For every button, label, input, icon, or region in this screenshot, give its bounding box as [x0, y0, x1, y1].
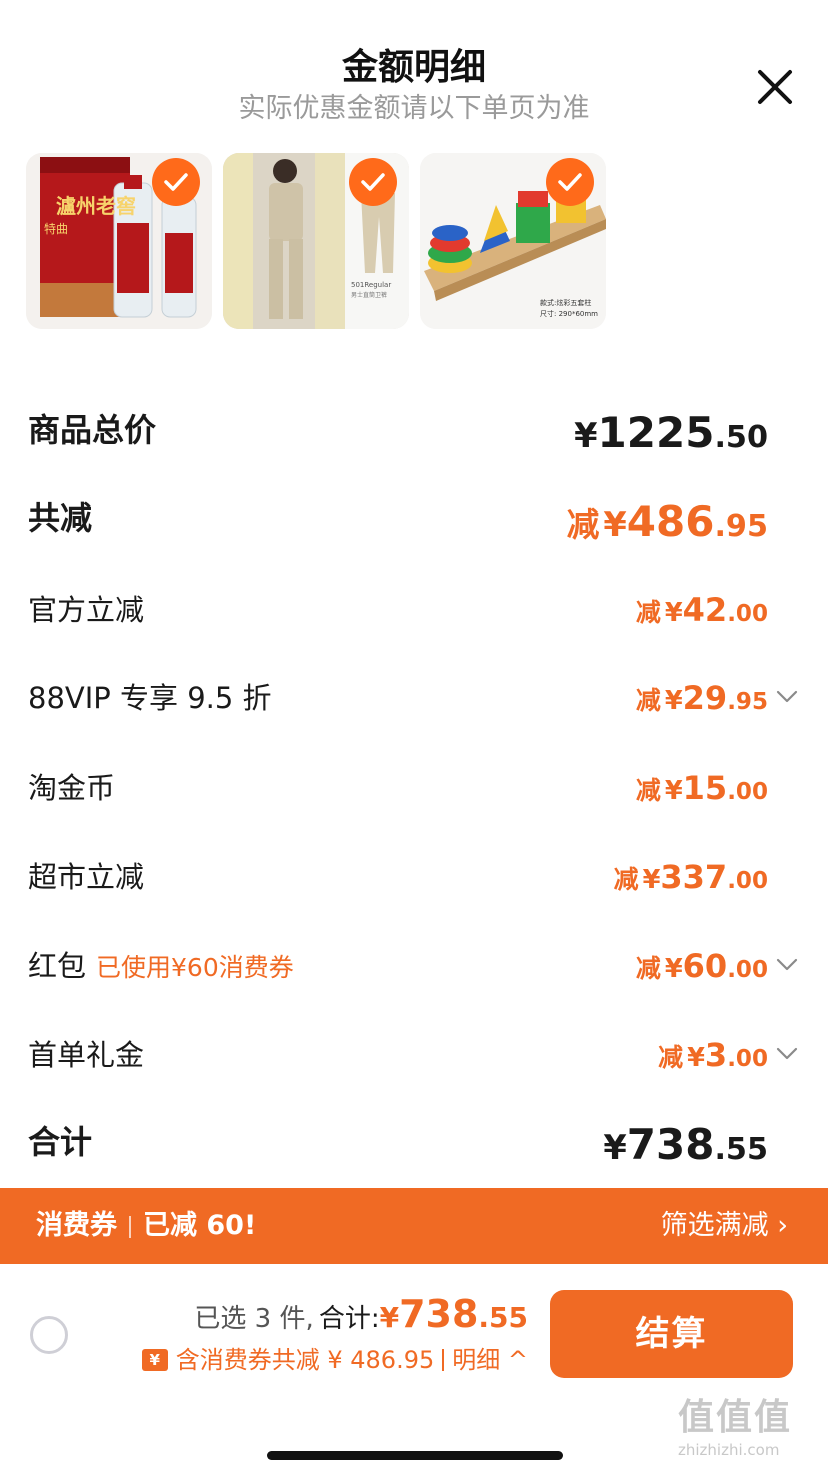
coupon-icon: ¥ [141, 1349, 168, 1371]
page-subtitle: 实际优惠金额请以下单页为准 [238, 93, 590, 124]
page-title: 金额明细 [341, 47, 486, 88]
discount-row-redpacket[interactable]: 红包 已使用¥60消费券 减 ¥60.00 [28, 944, 800, 1004]
home-indicator[interactable] [267, 1451, 563, 1460]
divider [442, 1349, 445, 1371]
select-all-radio[interactable] [30, 1316, 68, 1354]
svg-text:男士直筒卫裤: 男士直筒卫裤 [351, 291, 387, 299]
discount-label: 淘金币 [28, 771, 116, 805]
coupon-banner[interactable]: 消费券 已减 60! 筛选满减 › [0, 1188, 828, 1264]
selection-summary: 已选 3 件, 合计:¥738.55 [194, 1292, 528, 1336]
watermark-logo: 值值值 [678, 1397, 793, 1438]
discount-label: 红包 已使用¥60消费券 [28, 949, 294, 983]
discount-row-taojinbi: 淘金币 减 ¥15.00 [28, 766, 800, 826]
discount-amount: 减 ¥42.00 [635, 591, 768, 629]
selected-check-badge[interactable] [152, 158, 200, 206]
discount-row-first-order[interactable]: 首单礼金 减 ¥3.00 [28, 1033, 800, 1093]
svg-text:尺寸: 290*60mm: 尺寸: 290*60mm [540, 309, 598, 318]
discount-row-supermarket: 超市立减 减 ¥337.00 [28, 855, 800, 915]
product-thumbnail-liquor[interactable]: 瀘州老窖 特曲 [26, 153, 212, 329]
divider [129, 1215, 131, 1238]
total-price-label: 商品总价 [28, 411, 157, 449]
modal-header: 金额明细 实际优惠金额请以下单页为准 [0, 0, 828, 140]
svg-text:款式:炫彩五套柱: 款式:炫彩五套柱 [540, 298, 591, 307]
discount-label: 88VIP 专享 9.5 折 [28, 681, 272, 715]
watermark: 值值值 zhizhizhi.com [678, 1396, 828, 1476]
selected-check-badge[interactable] [349, 158, 397, 206]
discount-amount: 减 ¥60.00 [635, 947, 768, 985]
chevron-down-icon [776, 690, 798, 703]
selected-check-badge[interactable] [546, 158, 594, 206]
chevron-down-icon [776, 958, 798, 971]
check-icon [558, 173, 582, 191]
coupon-used-note: 已使用¥60消费券 [96, 953, 294, 982]
expand-button[interactable] [774, 684, 800, 710]
total-discount-row: 共减 减 ¥486.95 [28, 496, 800, 556]
discount-label: 首单礼金 [28, 1038, 145, 1072]
total-discount-amount: 减 ¥486.95 [566, 497, 768, 546]
total-discount-label: 共减 [28, 499, 93, 537]
filter-full-reduction-link[interactable]: 筛选满减 › [661, 1206, 788, 1246]
check-icon [361, 173, 385, 191]
svg-text:501Regular: 501Regular [351, 281, 391, 289]
grand-total-row: 合计 ¥738.55 [28, 1120, 800, 1180]
detail-toggle[interactable]: 明细 ^ [452, 1342, 528, 1378]
chevron-down-icon [776, 1047, 798, 1060]
check-icon [164, 173, 188, 191]
discount-amount: 减 ¥29.95 [635, 679, 768, 717]
product-thumbnail-pants[interactable]: 501Regular 男士直筒卫裤 [223, 153, 409, 329]
checkout-button[interactable]: 结算 [550, 1290, 793, 1378]
discount-row-official: 官方立减 减 ¥42.00 [28, 588, 800, 648]
expand-button[interactable] [774, 1041, 800, 1067]
coupon-banner-text: 消费券 已减 60! [36, 1210, 257, 1241]
total-price-row: 商品总价 ¥1225.50 [28, 408, 800, 468]
close-icon [758, 70, 792, 104]
discount-label: 官方立减 [28, 593, 145, 627]
product-thumbnail-toy[interactable]: 款式:炫彩五套柱 尺寸: 290*60mm [420, 153, 606, 329]
discount-summary[interactable]: ¥ 含消费券共减 ¥ 486.95 明细 ^ [141, 1342, 528, 1378]
svg-text:特曲: 特曲 [44, 221, 68, 236]
grand-total-amount: ¥738.55 [603, 1120, 768, 1169]
discount-amount: 减 ¥15.00 [635, 769, 768, 807]
discount-amount: 减 ¥3.00 [658, 1036, 768, 1074]
expand-button[interactable] [774, 952, 800, 978]
discount-amount: 减 ¥337.00 [613, 858, 768, 896]
watermark-url: zhizhizhi.com [678, 1441, 780, 1459]
discount-label: 超市立减 [28, 860, 145, 894]
footer-total-price: ¥738.55 [379, 1292, 528, 1336]
total-price-amount: ¥1225.50 [574, 408, 768, 457]
grand-total-label: 合计 [28, 1123, 93, 1161]
close-button[interactable] [752, 64, 798, 110]
svg-text:瀘州老窖: 瀘州老窖 [56, 194, 136, 218]
discount-row-88vip[interactable]: 88VIP 专享 9.5 折 减 ¥29.95 [28, 676, 800, 736]
